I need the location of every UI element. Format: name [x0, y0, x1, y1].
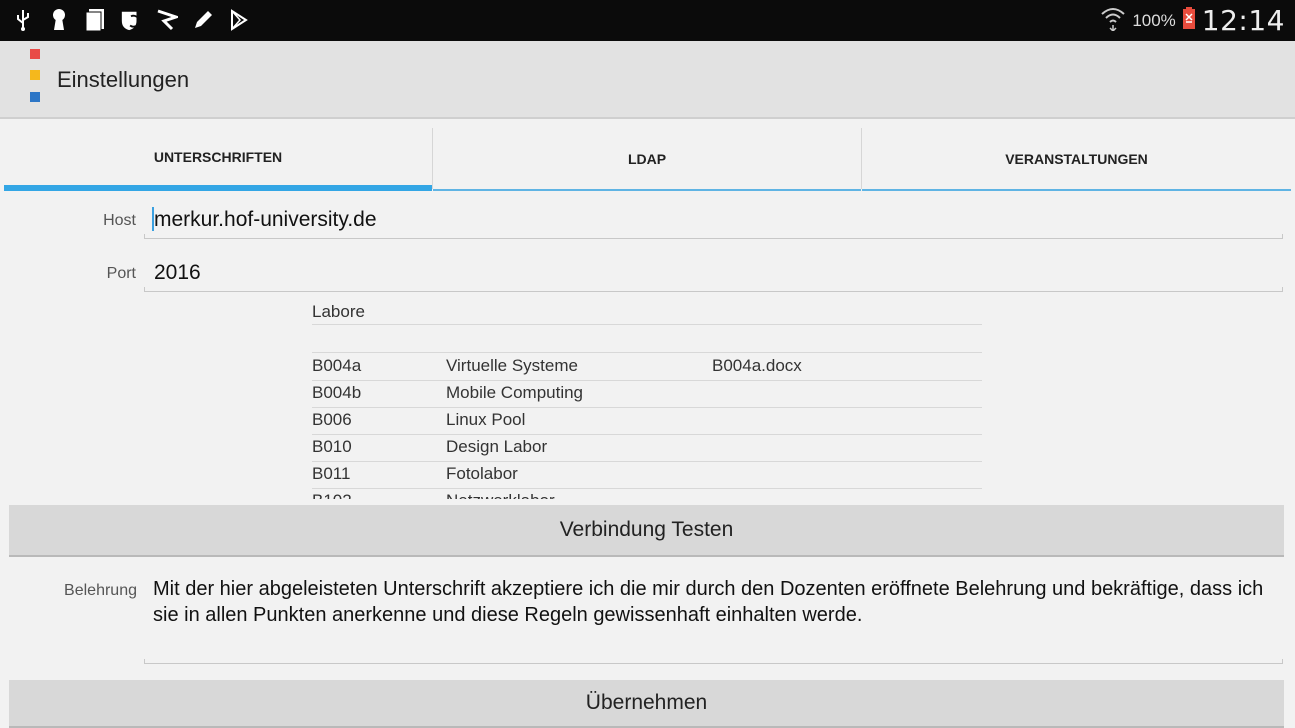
- instruction-label: Belehrung: [64, 582, 137, 599]
- list-item[interactable]: B004a Virtuelle Systeme B004a.docx: [312, 353, 982, 381]
- logo-square: [30, 70, 40, 80]
- host-input[interactable]: merkur.hof-university.de: [154, 208, 377, 232]
- action-bar: Einstellungen: [0, 41, 1295, 119]
- name-cell: Design Labor: [446, 437, 548, 456]
- test-connection-button[interactable]: Verbindung Testen: [9, 505, 1284, 557]
- notification-icons: [12, 8, 250, 32]
- host-label: Host: [103, 212, 136, 229]
- text-cursor: [152, 207, 154, 231]
- port-label: Port: [106, 265, 136, 282]
- room-cell: B102: [312, 491, 352, 499]
- keyhole-icon: [48, 8, 70, 32]
- tab-veranstaltungen[interactable]: VERANSTALTUNGEN: [862, 128, 1291, 191]
- port-input-underline: [144, 287, 1283, 292]
- page-title: Einstellungen: [57, 67, 190, 92]
- apply-button[interactable]: Übernehmen: [9, 680, 1284, 728]
- shield-refresh-icon: [120, 8, 142, 32]
- tab-bar: UNTERSCHRIFTEN LDAP VERANSTALTUNGEN: [4, 128, 1291, 192]
- list-item[interactable]: B011 Fotolabor: [312, 461, 982, 489]
- system-indicators: 100% 12:14: [1100, 4, 1285, 37]
- name-cell: Virtuelle Systeme: [446, 356, 578, 375]
- instruction-textarea[interactable]: Mit der hier abgeleisteten Unterschrift …: [153, 576, 1273, 628]
- sim-card-icon: [84, 8, 106, 32]
- name-cell: Mobile Computing: [446, 383, 584, 402]
- list-item[interactable]: B010 Design Labor: [312, 434, 982, 462]
- name-cell: Linux Pool: [446, 410, 526, 429]
- instruction-underline: [144, 659, 1283, 664]
- pencil-icon: [192, 8, 214, 32]
- list-divider: [312, 324, 982, 325]
- list-item[interactable]: B006 Linux Pool: [312, 407, 982, 435]
- play-store-icon: [228, 8, 250, 32]
- room-cell: B011: [312, 464, 351, 483]
- labs-list[interactable]: Labore B004a Virtuelle Systeme B004a.doc…: [312, 296, 982, 499]
- room-cell: B004a: [312, 356, 362, 375]
- clock: 12:14: [1201, 4, 1285, 37]
- name-cell: Fotolabor: [446, 464, 518, 483]
- port-input[interactable]: 2016: [154, 261, 201, 285]
- status-bar: 100% 12:14: [0, 0, 1295, 41]
- tab-unterschriften[interactable]: UNTERSCHRIFTEN: [4, 128, 432, 191]
- battery-icon: [1182, 6, 1196, 35]
- list-item[interactable]: B102 Netzwerklabor: [312, 488, 982, 499]
- logo-square: [30, 92, 40, 102]
- host-input-underline: [144, 234, 1283, 239]
- wifi-icon: [1100, 5, 1126, 36]
- room-cell: B006: [312, 410, 352, 429]
- logo-square: [30, 49, 40, 59]
- app-logo-icon[interactable]: [30, 49, 40, 103]
- room-cell: B004b: [312, 383, 362, 402]
- list-header: Labore: [312, 302, 365, 321]
- name-cell: Netzwerklabor: [446, 491, 555, 499]
- room-cell: B010: [312, 437, 352, 456]
- file-cell: B004a.docx: [712, 356, 802, 375]
- battery-percent: 100%: [1132, 10, 1176, 30]
- list-item[interactable]: B004b Mobile Computing: [312, 380, 982, 408]
- tab-ldap[interactable]: LDAP: [433, 128, 861, 191]
- usb-icon: [12, 8, 34, 32]
- check-flag-icon: [156, 8, 178, 32]
